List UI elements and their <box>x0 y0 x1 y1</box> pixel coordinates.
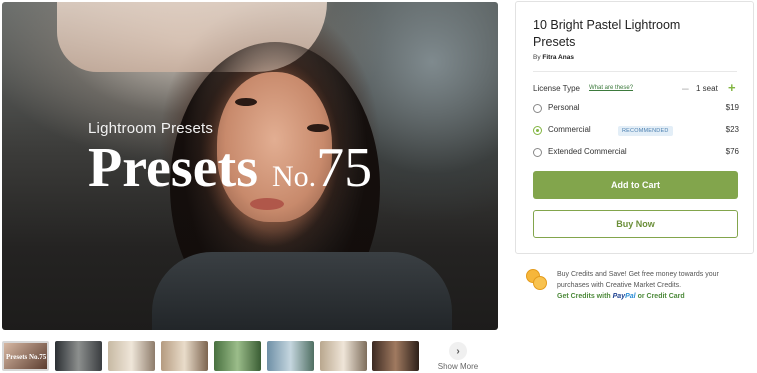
paypal-logo-pal: Pal <box>625 293 636 300</box>
paypal-logo: PayPal <box>613 293 636 300</box>
thumbnail-1[interactable]: Presets No.75 <box>2 341 49 371</box>
license-option-name: Personal <box>548 103 580 112</box>
thumbnail-6[interactable] <box>267 341 314 371</box>
product-author: By Fitra Anas <box>533 54 574 61</box>
quantity-decrease-button[interactable]: – <box>682 81 689 95</box>
purchase-panel: 10 Bright Pastel Lightroom Presets By Fi… <box>515 1 754 254</box>
preview-title-no: No. <box>272 160 317 193</box>
license-option-price: $19 <box>725 103 739 112</box>
license-type-label: License Type <box>533 84 580 93</box>
eye-shape <box>235 98 257 106</box>
thumbnail-1-label: Presets No.75 <box>6 353 47 361</box>
paypal-logo-pay: Pay <box>612 293 626 300</box>
eye-shape <box>307 124 329 132</box>
thumbnail-strip: Presets No.75 › Show More <box>2 341 502 373</box>
divider <box>533 71 737 72</box>
credits-link-prefix: Get Credits with <box>557 293 611 300</box>
thumbnail-2[interactable] <box>55 341 102 371</box>
license-option-price: $23 <box>725 125 739 134</box>
license-option-extended[interactable]: Extended Commercial $76 <box>533 146 739 160</box>
license-option-personal[interactable]: Personal $19 <box>533 102 739 116</box>
radio-button[interactable] <box>533 104 542 113</box>
recommended-badge: RECOMMENDED <box>618 126 673 136</box>
author-link[interactable]: Fitra Anas <box>542 54 574 61</box>
show-more-label: Show More <box>437 362 479 371</box>
product-preview-image[interactable]: Lightroom Presets Presets No.75 <box>2 2 498 330</box>
quantity-increase-button[interactable]: + <box>728 80 736 95</box>
radio-button[interactable] <box>533 126 542 135</box>
add-to-cart-button[interactable]: Add to Cart <box>533 171 738 199</box>
preview-title-main: Presets <box>88 137 258 199</box>
author-prefix: By <box>533 54 541 61</box>
preview-title: Presets No.75 <box>88 140 372 196</box>
coin-shape <box>533 276 547 290</box>
credits-promo-text: Buy Credits and Save! Get free money tow… <box>557 271 719 289</box>
credits-link-suffix: or Credit Card <box>637 293 685 300</box>
thumbnail-8[interactable] <box>372 341 419 371</box>
preview-subtitle: Lightroom Presets <box>88 120 214 137</box>
license-option-price: $76 <box>725 147 739 156</box>
show-more-button[interactable]: › Show More <box>436 341 480 371</box>
get-credits-link[interactable]: Get Credits with PayPal or Credit Card <box>557 293 685 300</box>
coins-icon <box>526 269 548 291</box>
license-option-name: Commercial <box>548 125 591 134</box>
lips-shape <box>250 198 284 210</box>
license-help-link[interactable]: What are these? <box>589 85 633 91</box>
chevron-right-icon: › <box>449 342 467 360</box>
product-title: 10 Bright Pastel Lightroom Presets <box>533 18 681 49</box>
thumbnail-4[interactable] <box>161 341 208 371</box>
radio-button[interactable] <box>533 148 542 157</box>
preview-title-number: 75 <box>316 137 373 199</box>
thumbnail-5[interactable] <box>214 341 261 371</box>
thumbnail-7[interactable] <box>320 341 367 371</box>
quantity-value: 1 seat <box>696 84 718 93</box>
jacket-shape <box>152 252 452 330</box>
license-option-name: Extended Commercial <box>548 147 627 156</box>
buy-now-button[interactable]: Buy Now <box>533 210 738 238</box>
license-option-commercial[interactable]: Commercial RECOMMENDED $23 <box>533 124 739 138</box>
thumbnail-3[interactable] <box>108 341 155 371</box>
